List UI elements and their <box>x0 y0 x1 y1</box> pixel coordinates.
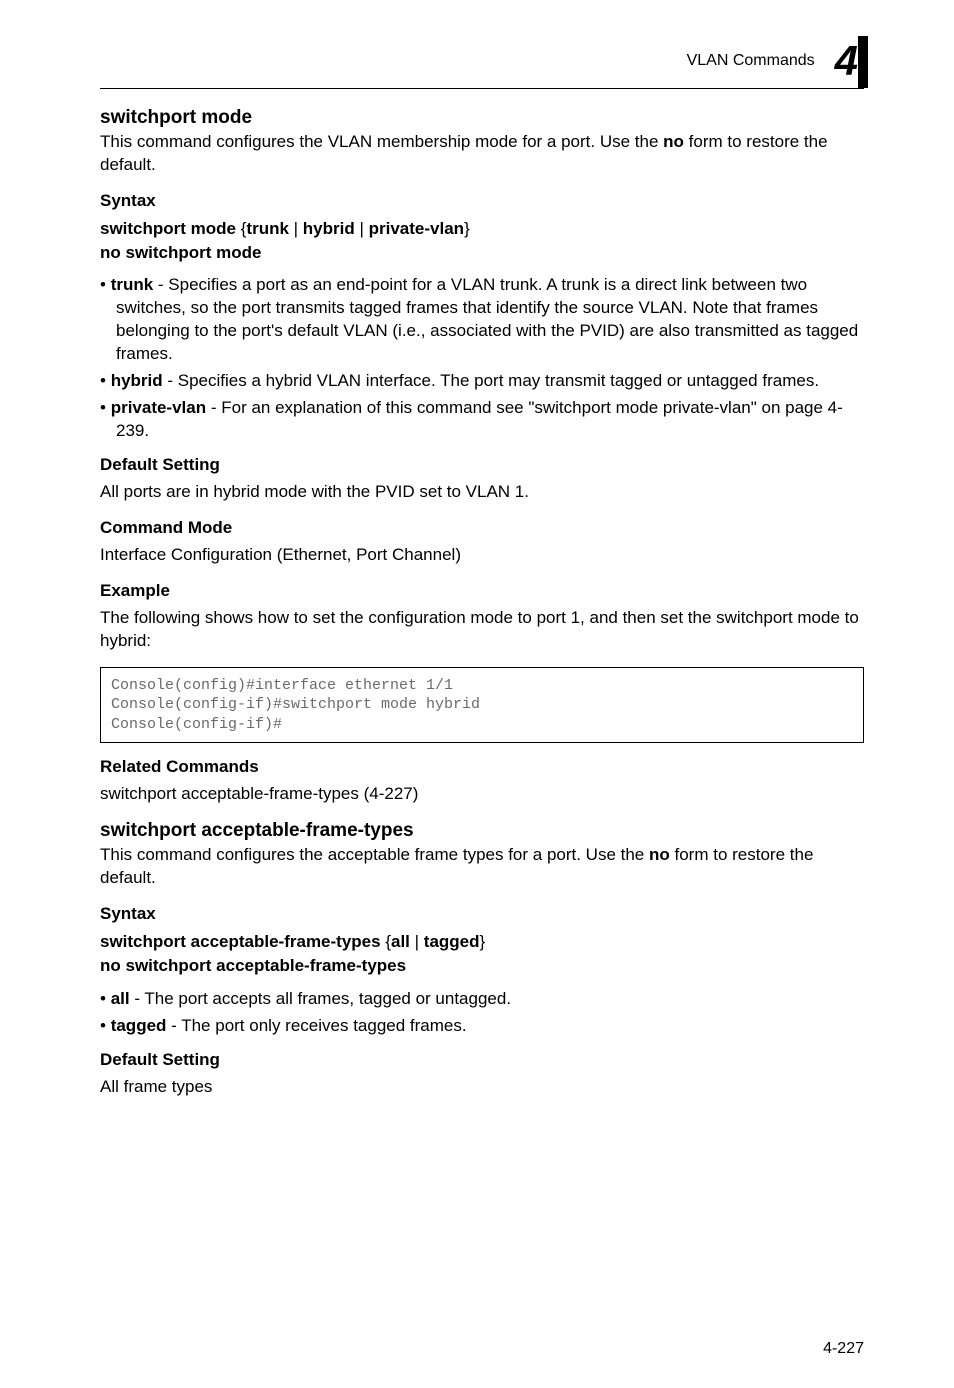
list-item: hybrid - Specifies a hybrid VLAN interfa… <box>100 370 864 393</box>
related-commands-body: switchport acceptable-frame-types (4-227… <box>100 783 864 806</box>
running-head-text: VLAN Commands <box>687 52 815 70</box>
option-list: trunk - Specifies a port as an end-point… <box>100 274 864 443</box>
sep: | <box>355 219 369 238</box>
running-head: VLAN Commands 4 <box>100 40 864 82</box>
related-commands-heading: Related Commands <box>100 757 864 777</box>
text: { <box>236 219 246 238</box>
page: VLAN Commands 4 switchport mode This com… <box>0 0 954 1388</box>
list-item: trunk - Specifies a port as an end-point… <box>100 274 864 366</box>
section-heading-acceptable-frame-types: switchport acceptable-frame-types <box>100 820 864 842</box>
text: } <box>480 932 486 951</box>
text: This command configures the acceptable f… <box>100 845 649 864</box>
section2-intro: This command configures the acceptable f… <box>100 844 864 890</box>
list-item: private-vlan - For an explanation of thi… <box>100 397 864 443</box>
sep: | <box>289 219 303 238</box>
syntax-block: switchport mode {trunk | hybrid | privat… <box>100 217 864 265</box>
syntax-line-2: no switchport acceptable-frame-types <box>100 954 864 978</box>
list-item: tagged - The port only receives tagged f… <box>100 1015 864 1038</box>
cmd-no: no switchport acceptable-frame-types <box>100 956 406 975</box>
syntax-line-2: no switchport mode <box>100 241 864 265</box>
example-heading: Example <box>100 581 864 601</box>
default-setting-heading: Default Setting <box>100 455 864 475</box>
header-rule <box>100 88 864 89</box>
opt-hybrid: hybrid <box>303 219 355 238</box>
option-list: all - The port accepts all frames, tagge… <box>100 988 864 1038</box>
code-example: Console(config)#interface ethernet 1/1 C… <box>100 667 864 744</box>
section1-intro: This command configures the VLAN members… <box>100 131 864 177</box>
cmd: switchport acceptable-frame-types <box>100 932 381 951</box>
example-intro: The following shows how to set the confi… <box>100 607 864 653</box>
syntax-heading: Syntax <box>100 191 864 211</box>
list-item: all - The port accepts all frames, tagge… <box>100 988 864 1011</box>
cmd: switchport mode <box>100 219 236 238</box>
syntax-line-1: switchport mode {trunk | hybrid | privat… <box>100 217 864 241</box>
term: all <box>111 989 130 1008</box>
text: This command configures the VLAN members… <box>100 132 663 151</box>
opt-all: all <box>391 932 410 951</box>
term: trunk <box>111 275 154 294</box>
syntax-heading: Syntax <box>100 904 864 924</box>
text: } <box>464 219 470 238</box>
command-mode-body: Interface Configuration (Ethernet, Port … <box>100 544 864 567</box>
bold-no: no <box>649 845 670 864</box>
cmd-no: no switchport mode <box>100 243 262 262</box>
desc: - Specifies a port as an end-point for a… <box>116 275 858 363</box>
term: private-vlan <box>111 398 206 417</box>
opt-tagged: tagged <box>424 932 480 951</box>
page-number: 4-227 <box>823 1340 864 1358</box>
sep: | <box>410 932 424 951</box>
opt-trunk: trunk <box>246 219 289 238</box>
term: hybrid <box>111 371 163 390</box>
opt-private-vlan: private-vlan <box>369 219 464 238</box>
section-heading-switchport-mode: switchport mode <box>100 107 864 129</box>
default-setting-body: All ports are in hybrid mode with the PV… <box>100 481 864 504</box>
text: { <box>381 932 391 951</box>
default-setting-heading: Default Setting <box>100 1050 864 1070</box>
term: tagged <box>111 1016 167 1035</box>
syntax-block: switchport acceptable-frame-types {all |… <box>100 930 864 978</box>
syntax-line-1: switchport acceptable-frame-types {all |… <box>100 930 864 954</box>
bold-no: no <box>663 132 684 151</box>
desc: - For an explanation of this command see… <box>116 398 843 440</box>
command-mode-heading: Command Mode <box>100 518 864 538</box>
default-setting-body: All frame types <box>100 1076 864 1099</box>
chapter-number-badge: 4 <box>835 40 864 82</box>
desc: - The port accepts all frames, tagged or… <box>130 989 511 1008</box>
desc: - Specifies a hybrid VLAN interface. The… <box>163 371 819 390</box>
desc: - The port only receives tagged frames. <box>166 1016 466 1035</box>
